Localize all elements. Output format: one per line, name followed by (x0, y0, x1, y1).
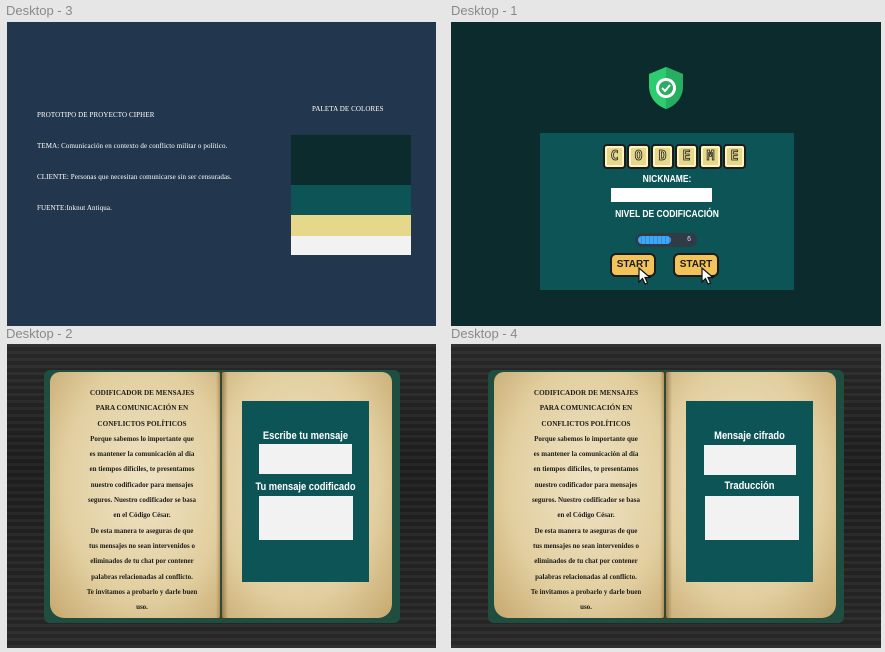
palette-swatch-white (291, 236, 411, 255)
book-text-line: seguros. Nuestro codificador se basa (532, 496, 640, 505)
book-text-line: eliminados de tu chat por contener (90, 557, 194, 566)
book-text-line: nuestro codificador para mensajes (90, 480, 194, 489)
book-text-line: tus mensajes no sean intervenidos o (89, 541, 195, 550)
book-text-line: CODIFICADOR DE MENSAJES (533, 389, 639, 397)
level-fill (638, 236, 671, 244)
tema-text: TEMA: Comunicación en contexto de confli… (37, 142, 228, 150)
message-input[interactable] (259, 444, 352, 474)
book-text-line: en tiempos difíciles, te presentamos (89, 465, 195, 474)
book-text-line: eliminados de tu chat por contener (534, 557, 638, 566)
book-text-line: seguros. Nuestro codificador se basa (88, 496, 196, 505)
book-text-line: nuestro codificador para mensajes (534, 480, 638, 489)
encoded-output[interactable] (259, 496, 353, 540)
input-title: Mensaje cifrado (714, 430, 785, 442)
encoder-card: Escribe tu mensaje Tu mensaje codificado (242, 401, 369, 582)
output-title: Traducción (724, 480, 775, 492)
book-text-line: PARA COMUNICACIÓN EN (539, 404, 633, 413)
desktop-4-frame[interactable]: CODIFICADOR DE MENSAJES PARA COMUNICACIÓN… (451, 344, 881, 648)
palette-swatch-teal (291, 185, 411, 215)
cursor-icon (638, 267, 652, 285)
book-description: CODIFICADOR DE MENSAJES PARA COMUNICACIÓN… (506, 386, 666, 615)
palette-swatch-dark (291, 135, 411, 185)
logo-letter: M (699, 144, 722, 169)
project-heading: PROTOTIPO DE PROYECTO CIPHER (37, 111, 155, 119)
book-text-line: Te invitamos a probarlo y darle buen (530, 587, 642, 596)
logo-letter: C (603, 144, 626, 169)
book-text-line: De esta manera te aseguras de que (534, 526, 638, 535)
cipher-input[interactable] (704, 445, 796, 475)
book-text-line: es mantener la comunicación al día (89, 450, 195, 459)
book-text-line: Porque sabemos lo importante que (534, 434, 638, 443)
book-spine (216, 370, 228, 620)
book-text-line: en el Código César. (113, 511, 171, 520)
frame-label-desktop-3[interactable]: Desktop - 3 (6, 3, 72, 18)
logo-letter: O (627, 144, 650, 169)
book-text-line: tus mensajes no sean intervenidos o (533, 541, 639, 550)
book-text-line: uso. (580, 603, 592, 612)
book-text-line: CONFLICTOS POLÍTICOS (541, 419, 631, 428)
translation-output[interactable] (705, 496, 799, 540)
book-text-line: es mantener la comunicación al día (533, 450, 639, 459)
book-text-line: Te invitamos a probarlo y darle buen (86, 587, 198, 596)
palette-title: PALETA DE COLORES (312, 105, 384, 113)
book-text-line: en tiempos difíciles, te presentamos (533, 465, 639, 474)
fuente-text: FUENTE:Inknut Antiqua. (37, 204, 112, 212)
desktop-3-frame[interactable]: PROTOTIPO DE PROYECTO CIPHER TEMA: Comun… (7, 22, 436, 326)
book-text-line: CODIFICADOR DE MENSAJES (89, 389, 195, 397)
book-text-line: Porque sabemos lo importante que (90, 434, 194, 443)
logo-letter: E (675, 144, 698, 169)
cliente-text: CLIENTE: Personas que necesitan comunica… (37, 173, 232, 181)
book-text-line: uso. (136, 603, 148, 612)
desktop-1-frame[interactable]: C O D E M E NICKNAME: NIVEL DE CODIFICAC… (451, 22, 881, 326)
frame-label-desktop-4[interactable]: Desktop - 4 (451, 326, 517, 341)
level-label: NIVEL DE CODIFICACIÓN (615, 209, 719, 220)
output-title: Tu mensaje codificado (255, 481, 356, 493)
desktop-2-frame[interactable]: CODIFICADOR DE MENSAJES PARA COMUNICACIÓN… (7, 344, 436, 648)
palette-swatch-sand (291, 215, 411, 236)
level-value: 6 (687, 236, 691, 243)
decoder-card: Mensaje cifrado Traducción (686, 401, 813, 582)
book-text-line: De esta manera te aseguras de que (90, 526, 194, 535)
book-text-line: CONFLICTOS POLÍTICOS (97, 419, 187, 428)
frame-label-desktop-2[interactable]: Desktop - 2 (6, 326, 72, 341)
logo-letter: E (723, 144, 746, 169)
logo-letter: D (651, 144, 674, 169)
book-text-line: en el Código César. (557, 511, 615, 520)
book-text-line: PARA COMUNICACIÓN EN (95, 404, 189, 413)
nickname-label: NICKNAME: (642, 174, 692, 185)
book-text-line: palabras relacionadas al conflicto. (535, 572, 637, 581)
frame-label-desktop-1[interactable]: Desktop - 1 (451, 3, 517, 18)
level-slider[interactable]: 6 (635, 233, 697, 247)
book-description: CODIFICADOR DE MENSAJES PARA COMUNICACIÓN… (62, 386, 222, 615)
nickname-input[interactable] (611, 188, 712, 202)
shield-check-icon (649, 67, 683, 109)
login-panel: C O D E M E NICKNAME: NIVEL DE CODIFICAC… (540, 133, 794, 290)
input-title: Escribe tu mensaje (262, 430, 349, 442)
cursor-icon (701, 267, 715, 285)
book-page-left: CODIFICADOR DE MENSAJES PARA COMUNICACIÓN… (50, 372, 220, 618)
codeme-logo: C O D E M E (603, 144, 746, 169)
book-page-left: CODIFICADOR DE MENSAJES PARA COMUNICACIÓN… (494, 372, 664, 618)
book-text-line: palabras relacionadas al conflicto. (91, 572, 193, 581)
book-spine (660, 370, 672, 620)
